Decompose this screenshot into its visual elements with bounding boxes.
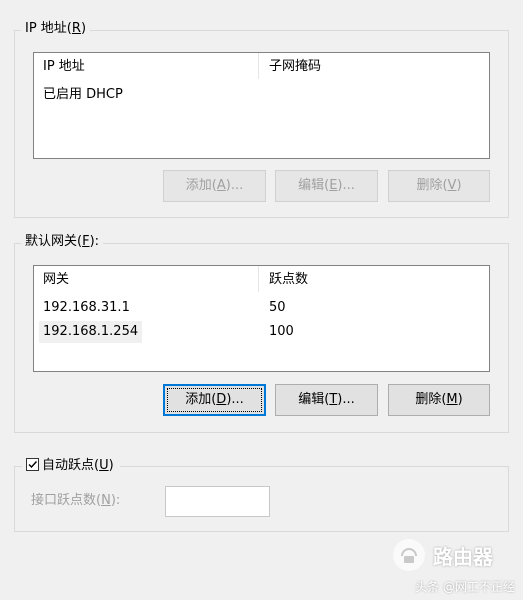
column-header-metric[interactable]: 跃点数 bbox=[269, 266, 308, 294]
column-header-ip[interactable]: IP 地址 bbox=[43, 53, 85, 81]
router-logo-icon bbox=[393, 539, 425, 571]
watermark-logo-text: 路由器 bbox=[433, 545, 493, 569]
gateway-remove-button[interactable]: 删除(M) bbox=[388, 384, 490, 416]
column-separator[interactable] bbox=[258, 53, 259, 79]
automatic-metric-checkbox[interactable] bbox=[26, 458, 39, 471]
automatic-metric-legend[interactable]: 自动跃点(U) bbox=[22, 458, 120, 474]
list-item-ip[interactable]: 已启用 DHCP bbox=[43, 84, 123, 106]
column-separator[interactable] bbox=[258, 266, 259, 292]
default-gateway-legend: 默认网关(F): bbox=[21, 234, 104, 250]
gateway-list[interactable]: 网关 跃点数 192.168.31.1 50 192.168.1.254 100 bbox=[33, 265, 490, 372]
table-row-metric-2[interactable]: 100 bbox=[269, 321, 294, 343]
ip-remove-button[interactable]: 删除(V) bbox=[388, 170, 490, 202]
ip-edit-button[interactable]: 编辑(E)... bbox=[275, 170, 378, 202]
gateway-edit-button[interactable]: 编辑(T)... bbox=[275, 384, 378, 416]
ip-address-legend: IP 地址(R) bbox=[21, 21, 91, 37]
ip-address-list[interactable]: IP 地址 子网掩码 已启用 DHCP bbox=[33, 52, 490, 159]
focus-rectangle bbox=[167, 388, 262, 412]
watermark-caption: 头条 @网工不正经 bbox=[415, 580, 515, 594]
gateway-add-button[interactable]: 添加(D)... bbox=[163, 384, 266, 416]
interface-metric-label: 接口跃点数(N): bbox=[31, 493, 121, 508]
table-row-gateway-2[interactable]: 192.168.1.254 bbox=[39, 321, 143, 343]
ip-add-button[interactable]: 添加(A)... bbox=[163, 170, 266, 202]
column-header-subnet-mask[interactable]: 子网掩码 bbox=[269, 53, 321, 81]
watermark-logo: 路由器 bbox=[391, 535, 517, 575]
interface-metric-input[interactable] bbox=[165, 486, 270, 517]
checkmark-icon bbox=[28, 461, 38, 469]
table-row-metric-1[interactable]: 50 bbox=[269, 297, 286, 319]
column-header-gateway[interactable]: 网关 bbox=[43, 266, 69, 294]
table-row-gateway-1[interactable]: 192.168.31.1 bbox=[43, 297, 130, 319]
